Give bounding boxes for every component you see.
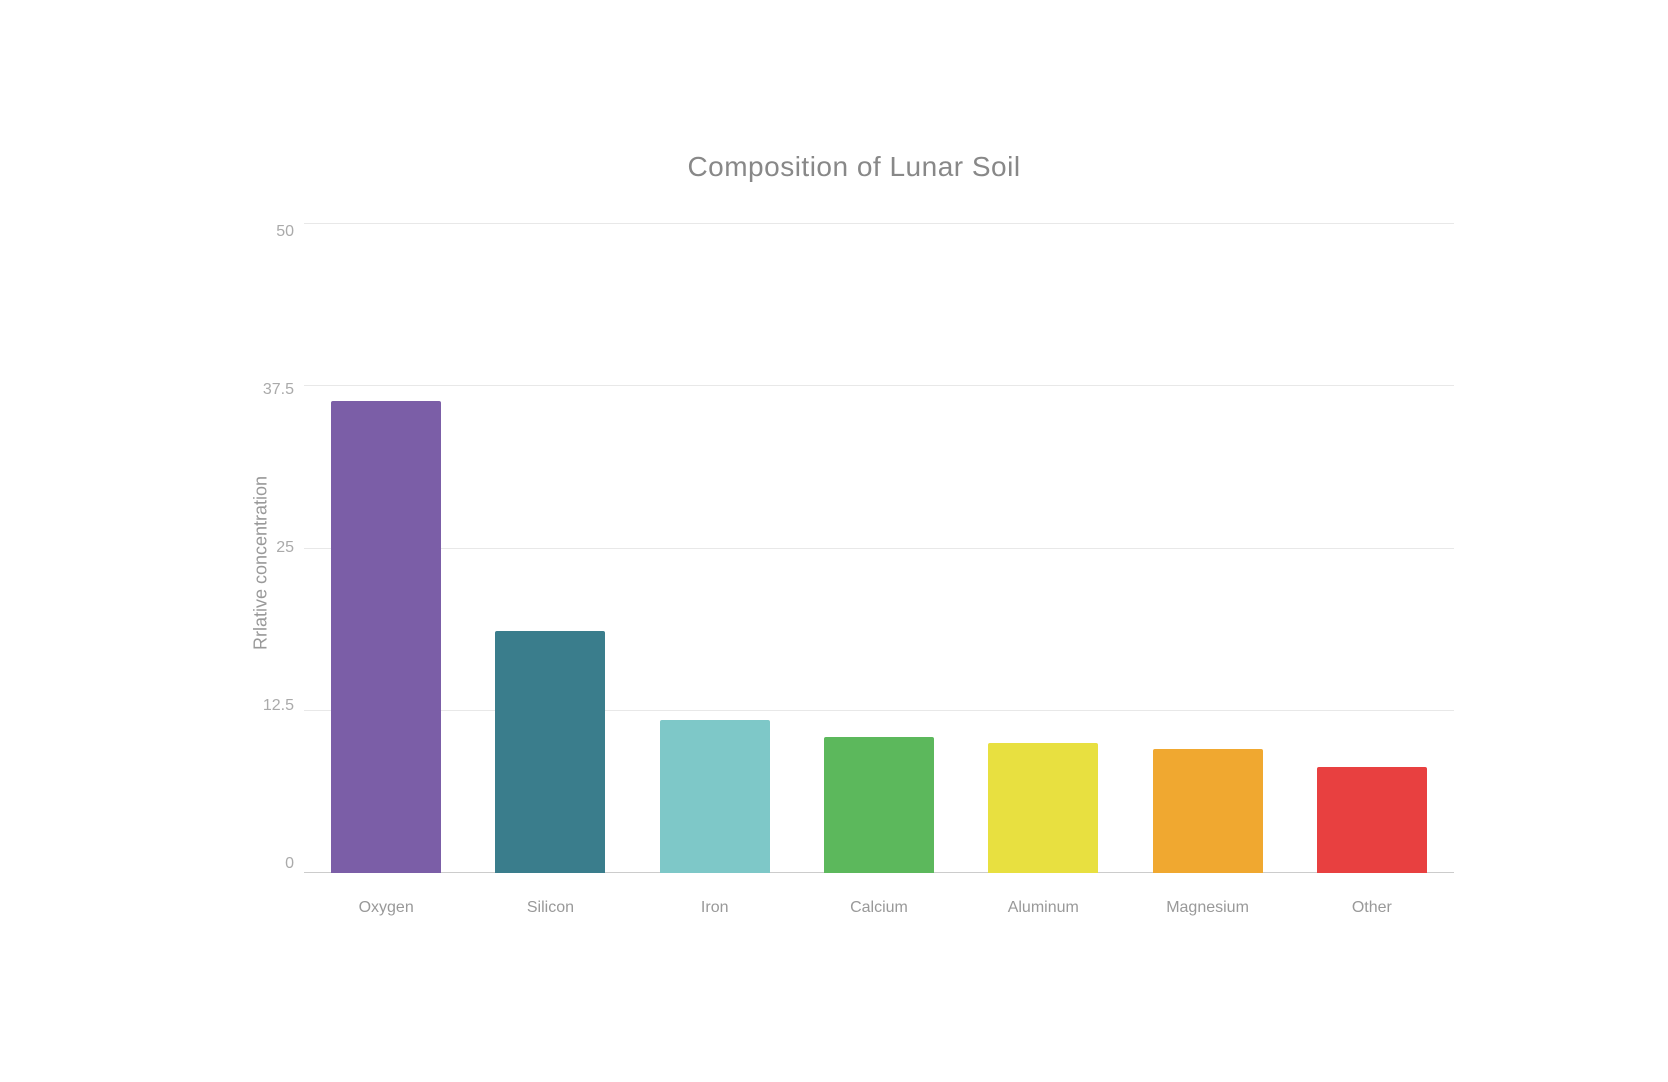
bar-group: Aluminum — [961, 223, 1125, 873]
bar-label: Calcium — [850, 899, 908, 917]
bar-aluminum: Aluminum — [988, 743, 1098, 873]
bar-magnesium: Magnesium — [1153, 749, 1263, 873]
bar-group: Iron — [633, 223, 797, 873]
chart-area: Rrlative concentration 50 37.5 25 12.5 0 Oxy… — [254, 223, 1454, 903]
y-tick: 12.5 — [263, 697, 294, 715]
y-tick: 50 — [276, 223, 294, 241]
bar-label: Magnesium — [1166, 899, 1249, 917]
bar-label: Aluminum — [1008, 899, 1079, 917]
bar-group: Silicon — [468, 223, 632, 873]
y-tick: 25 — [276, 539, 294, 557]
bar-oxygen: Oxygen — [331, 401, 441, 873]
y-tick: 37.5 — [263, 381, 294, 399]
bar-group: Magnesium — [1125, 223, 1289, 873]
chart-title: Composition of Lunar Soil — [254, 151, 1454, 183]
y-tick: 0 — [285, 855, 294, 873]
bar-label: Other — [1352, 899, 1392, 917]
bars-row: Oxygen Silicon Iron Calcium Aluminum Magnesiu… — [304, 223, 1454, 903]
chart-container: Composition of Lunar Soil Rrlative conce… — [134, 91, 1534, 991]
bar-iron: Iron — [660, 720, 770, 873]
bar-silicon: Silicon — [495, 631, 605, 873]
bar-group: Oxygen — [304, 223, 468, 873]
bar-group: Calcium — [797, 223, 961, 873]
bar-calcium: Calcium — [824, 737, 934, 873]
bar-label: Iron — [701, 899, 729, 917]
y-axis-label: Rrlative concentration — [251, 476, 272, 650]
bar-label: Oxygen — [359, 899, 414, 917]
bar-label: Silicon — [527, 899, 574, 917]
bar-other: Other — [1317, 767, 1427, 873]
chart-body: Oxygen Silicon Iron Calcium Aluminum Magnesiu… — [304, 223, 1454, 903]
bar-group: Other — [1290, 223, 1454, 873]
